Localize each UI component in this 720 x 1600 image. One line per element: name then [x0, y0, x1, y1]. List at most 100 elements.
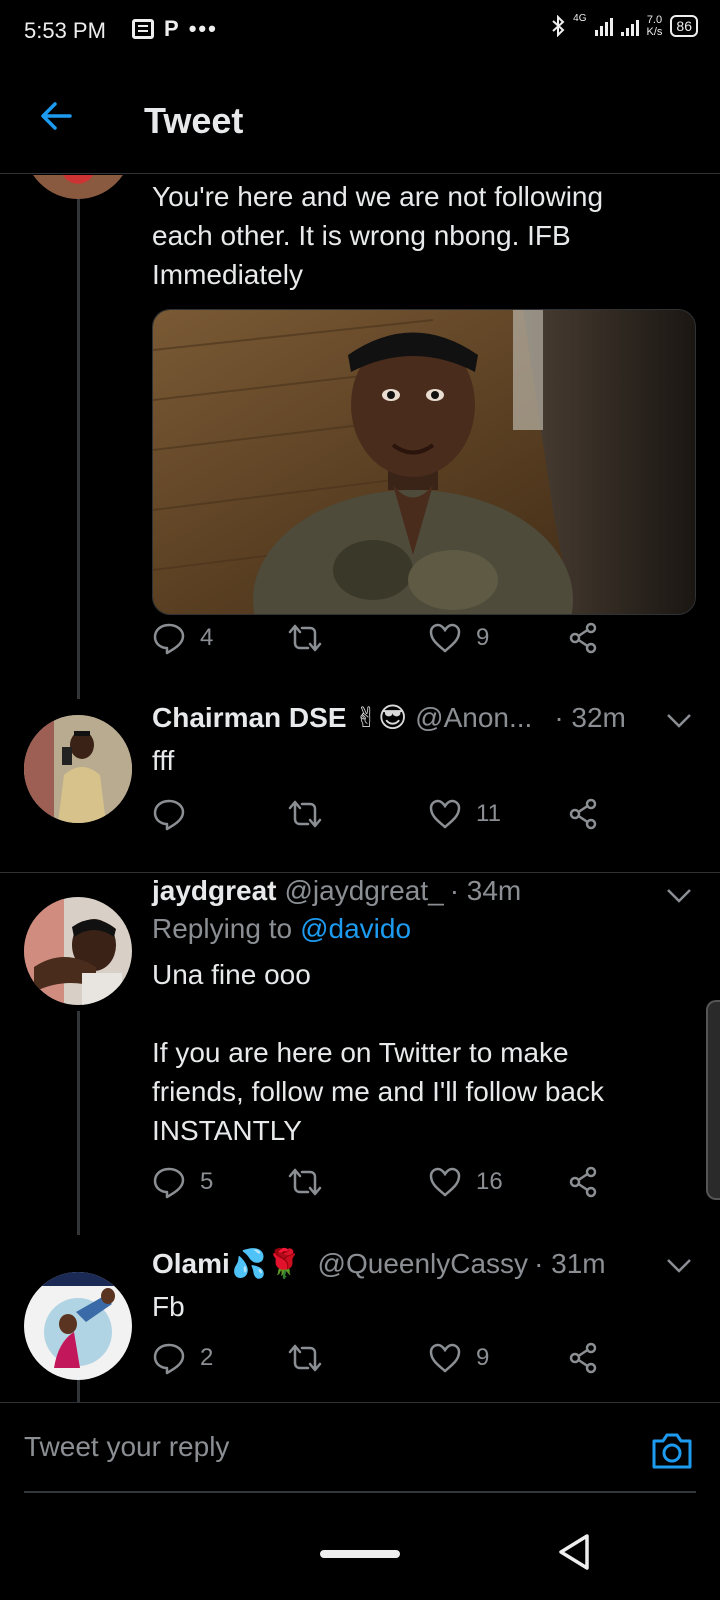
like-button[interactable]: 11 [428, 797, 501, 831]
camera-icon[interactable] [650, 1431, 694, 1471]
nav-back-icon[interactable] [555, 1532, 595, 1572]
tweet-header: jaydgreat @jaydgreat_ · 34m [152, 875, 521, 907]
app-header: Tweet [0, 66, 720, 174]
tweet-text: You're here and we are not following eac… [152, 177, 603, 294]
like-count: 9 [476, 1344, 490, 1371]
thread-line [77, 1379, 80, 1402]
signal-icon [594, 16, 613, 36]
share-icon [569, 1166, 597, 1198]
parking-icon: P [164, 16, 179, 41]
scrollbar-thumb[interactable] [706, 1000, 720, 1200]
heart-icon [429, 1343, 461, 1373]
tweet-text-line: INSTANTLY [152, 1115, 302, 1146]
reply-composer [0, 1402, 720, 1494]
display-name[interactable]: Chairman DSE [152, 702, 347, 734]
tweet-text: Una fine ooo If you are here on Twitter … [152, 955, 604, 1150]
name-emoji: 💦🌹 [231, 1248, 302, 1279]
tweet-actions: 2 9 [152, 1341, 622, 1381]
tweet-header: Chairman DSE ✌😎 @Anon... · 32m [152, 701, 626, 734]
tweet-time: · 34m [449, 875, 522, 906]
share-button[interactable] [566, 797, 600, 831]
arrow-left-icon[interactable] [36, 96, 76, 136]
like-button[interactable]: 9 [428, 621, 489, 655]
retweet-button[interactable] [288, 1341, 336, 1375]
status-time: 5:53 PM [24, 18, 106, 43]
thread-line [77, 175, 80, 699]
share-button[interactable] [566, 1341, 600, 1375]
tweet-actions: 5 16 [152, 1165, 622, 1205]
retweet-icon [288, 1344, 322, 1372]
reply-icon [153, 1343, 185, 1375]
home-gesture-bar[interactable] [320, 1550, 400, 1558]
thread-line [77, 1011, 80, 1235]
reply-count: 2 [200, 1344, 214, 1371]
reply-input[interactable] [24, 1403, 696, 1493]
heart-icon [429, 1167, 461, 1197]
avatar[interactable] [24, 1272, 132, 1380]
display-name[interactable]: Olami [152, 1248, 230, 1280]
chevron-down-icon[interactable] [666, 887, 692, 905]
replying-handle-link[interactable]: @davido [300, 913, 411, 945]
reply-button[interactable]: 2 [152, 1341, 213, 1375]
page-title: Tweet [144, 100, 244, 141]
share-icon [569, 798, 597, 830]
bluetooth-icon [552, 15, 565, 37]
display-name[interactable]: jaydgreat [152, 875, 277, 907]
retweet-button[interactable] [288, 1165, 336, 1199]
tweet-text-line: each other. It is wrong nbong. IFB [152, 220, 571, 251]
reply-icon [153, 623, 185, 655]
avatar[interactable] [24, 897, 132, 1005]
avatar-image [24, 715, 132, 823]
tweet-text: fff [152, 745, 175, 776]
retweet-icon [288, 1168, 322, 1196]
name-emoji: ✌😎 [354, 702, 408, 733]
reply-button[interactable] [152, 797, 200, 831]
chevron-down-icon[interactable] [666, 1257, 692, 1275]
message-icon [132, 19, 154, 39]
retweet-icon [288, 624, 322, 652]
like-count: 9 [476, 624, 490, 651]
status-bar: 5:53 PM P ••• 4G 7.0 K/s 86 [0, 0, 720, 66]
avatar[interactable] [24, 715, 132, 823]
replying-to: Replying to @davido [152, 913, 411, 945]
like-button[interactable]: 9 [428, 1341, 489, 1375]
speed-unit: K/s [646, 26, 663, 38]
tweet-text: Fb [152, 1291, 185, 1322]
like-button[interactable]: 16 [428, 1165, 503, 1199]
reply-icon [153, 799, 185, 831]
chevron-down-icon[interactable] [666, 712, 692, 730]
like-count: 16 [476, 1168, 503, 1195]
like-count: 11 [476, 800, 501, 827]
share-icon [569, 622, 597, 654]
tweet-time: · 32m [554, 701, 626, 733]
replying-prefix: Replying to [152, 913, 293, 944]
reply-button[interactable]: 4 [152, 621, 213, 655]
status-system-icons: 4G 7.0 K/s 86 [551, 12, 698, 38]
share-button[interactable] [566, 1165, 600, 1199]
retweet-button[interactable] [288, 621, 336, 655]
tweet-text-line [152, 994, 604, 1033]
reply-count: 4 [200, 624, 214, 651]
signal-icon-2 [620, 16, 639, 36]
avatar-image [24, 1272, 132, 1380]
avatar[interactable] [24, 175, 132, 199]
user-handle[interactable]: @Anon... [415, 702, 532, 734]
retweet-icon [288, 800, 322, 828]
tweet-thread: You're here and we are not following eac… [0, 175, 720, 1402]
share-button[interactable] [566, 621, 600, 655]
tweet-time: · 31m [534, 1247, 606, 1279]
retweet-button[interactable] [288, 797, 336, 831]
reply-icon [153, 1167, 185, 1199]
tweet-header: Olami 💦🌹 @QueenlyCassy · 31m [152, 1247, 606, 1280]
system-nav-bar [0, 1494, 720, 1600]
avatar-image [24, 897, 132, 1005]
tweet-actions: 4 9 [152, 621, 622, 661]
user-handle[interactable]: @jaydgreat_ [285, 875, 444, 907]
network-type: 4G [573, 12, 587, 24]
heart-icon [429, 799, 461, 829]
tweet-image[interactable] [152, 309, 696, 615]
tweet-text-line: friends, follow me and I'll follow back [152, 1076, 604, 1107]
battery-icon: 86 [670, 15, 698, 37]
user-handle[interactable]: @QueenlyCassy [318, 1248, 529, 1280]
reply-button[interactable]: 5 [152, 1165, 213, 1199]
